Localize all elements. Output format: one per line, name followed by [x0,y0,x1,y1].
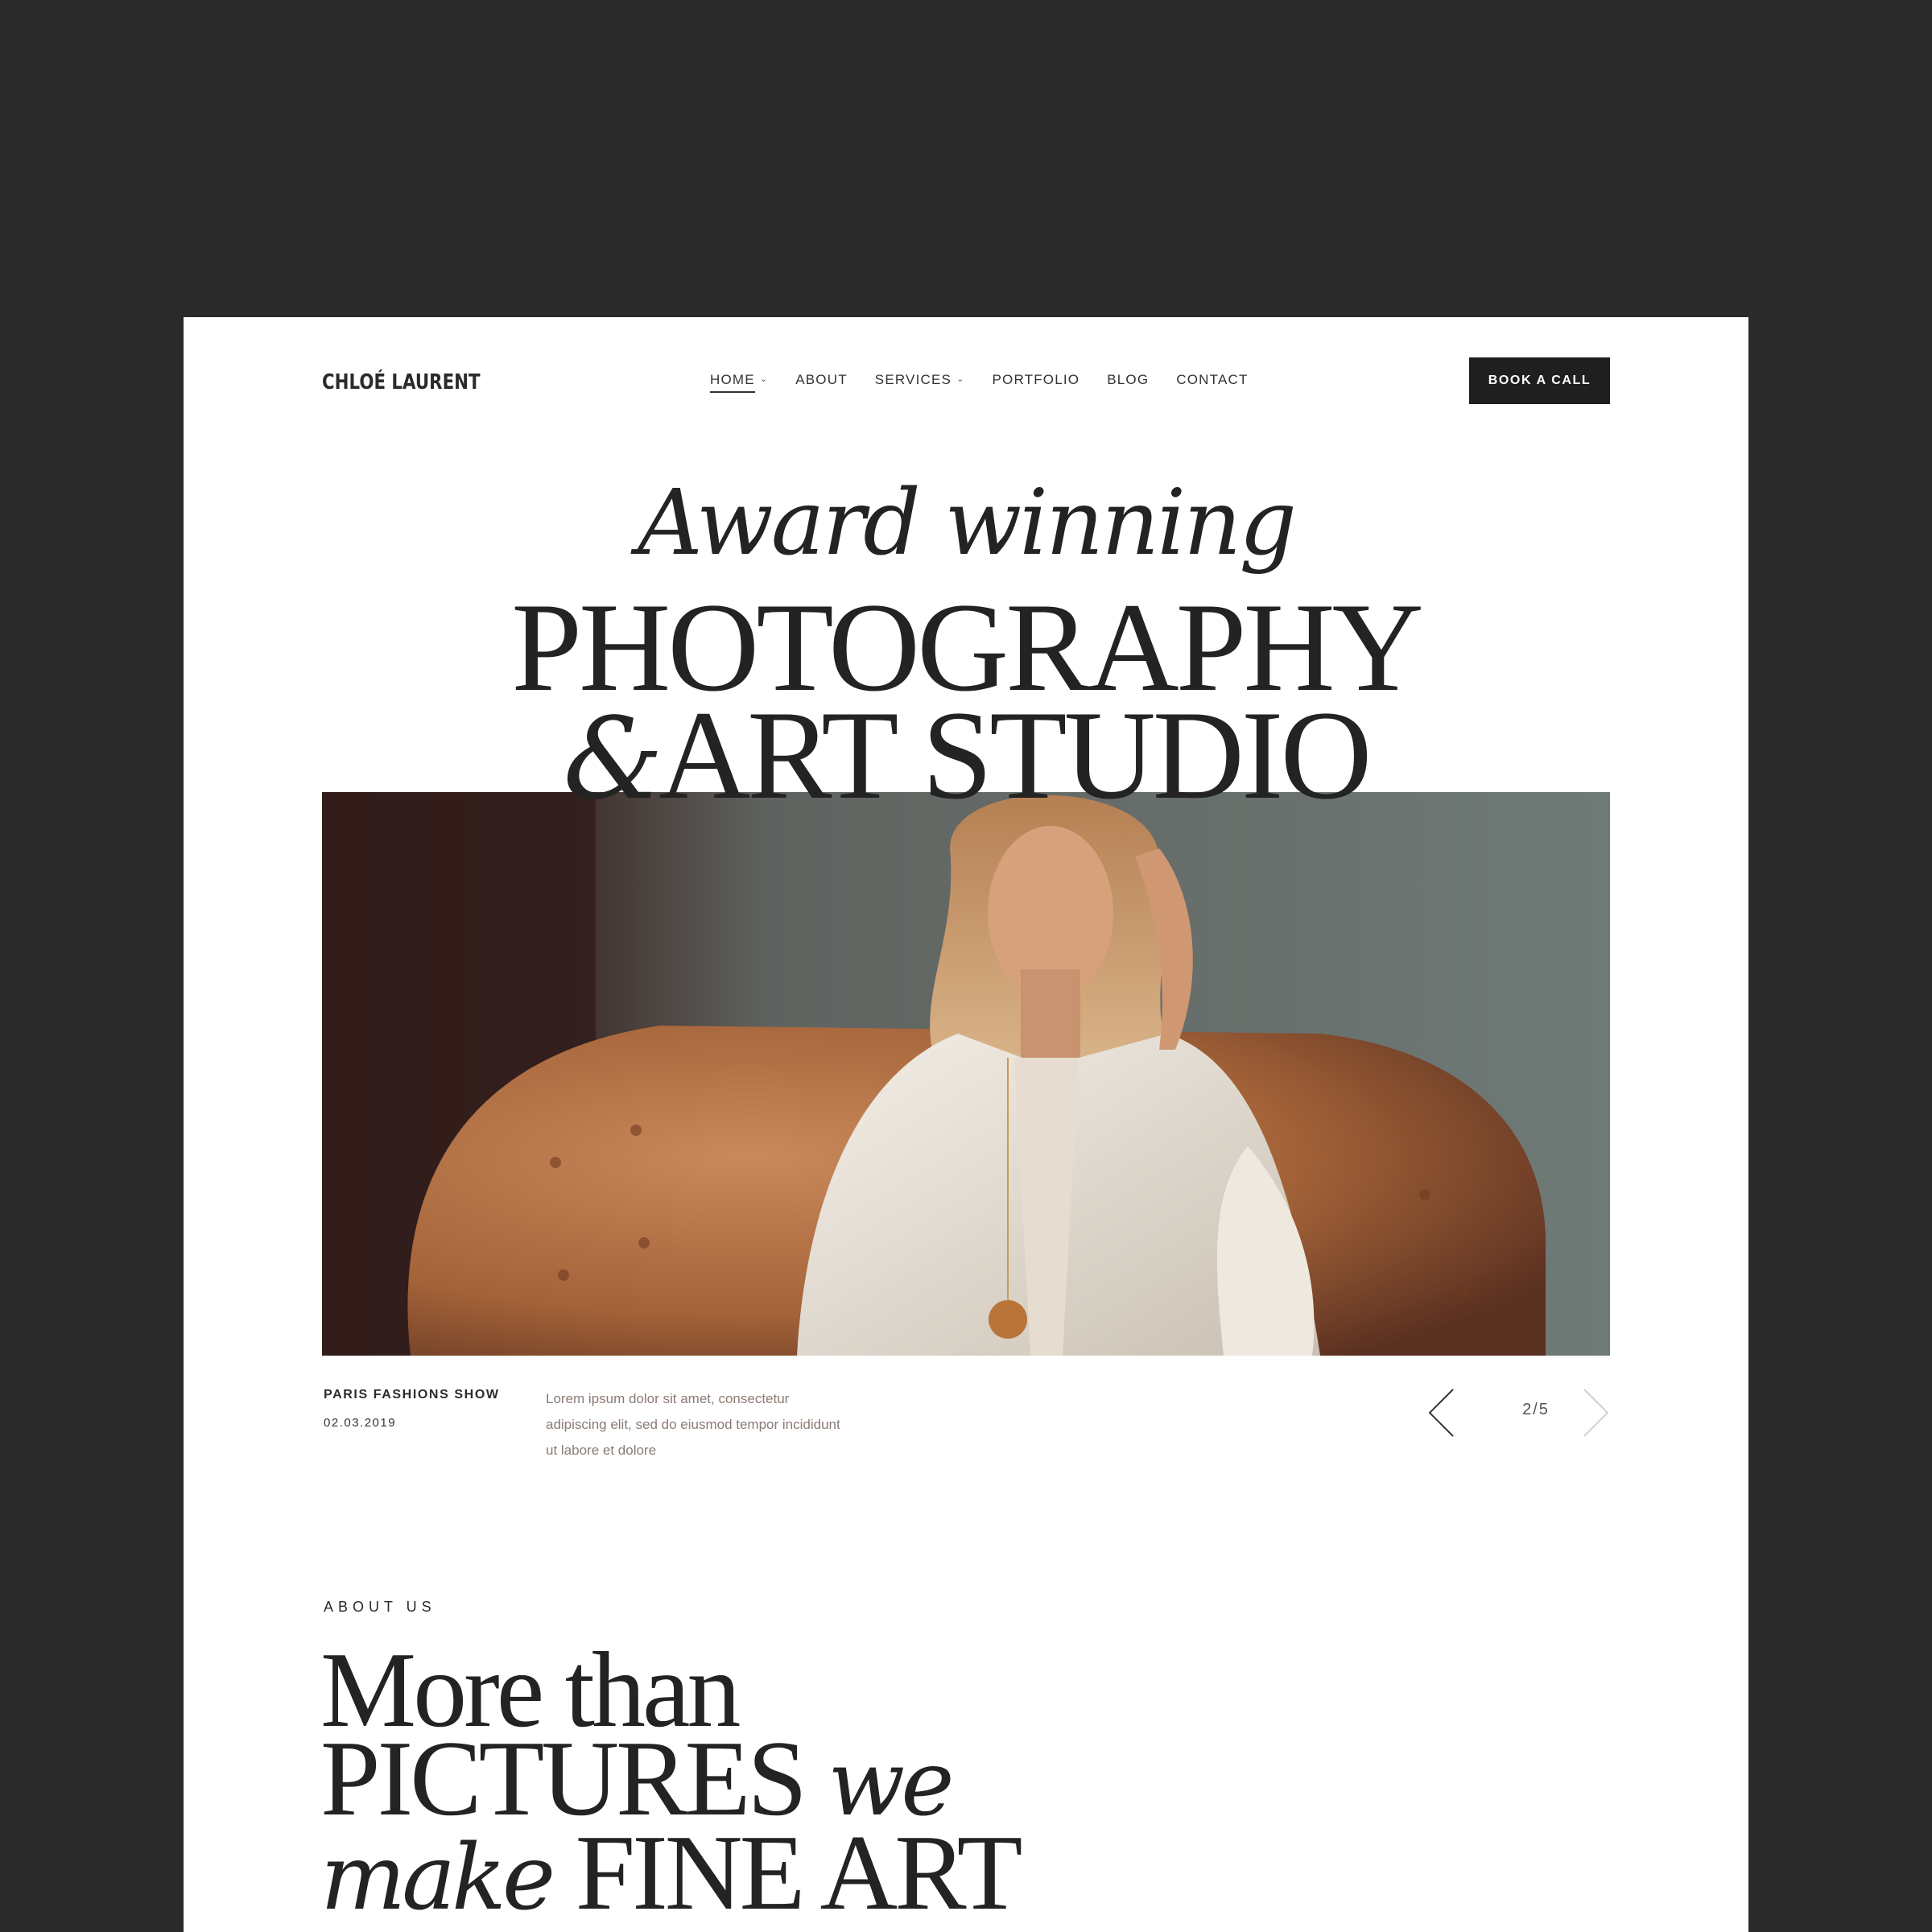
slide-counter: 2/5 [1522,1401,1550,1418]
about-heading-make: make [320,1826,555,1930]
section-label-about: ABOUT US [324,1599,436,1615]
about-heading-fine-art: FINE ART [575,1813,1023,1932]
nav-item-home[interactable]: HOME ⌄ [710,372,768,396]
nav-label: PORTFOLIO [992,372,1080,387]
nav-item-blog[interactable]: BLOG [1107,372,1149,396]
about-heading: More than PICTURES we make FINE ART [320,1636,1022,1926]
hero-tagline: Award winning [638,471,1297,576]
website-page: CHLOÉ LAURENT HOME ⌄ ABOUT SERVICES ⌄ PO… [184,317,1748,1932]
main-nav: HOME ⌄ ABOUT SERVICES ⌄ PORTFOLIO BLOG C… [710,372,1276,396]
arrow-right-icon[interactable] [1581,1388,1610,1442]
arrow-left-icon[interactable] [1427,1388,1456,1442]
nav-item-services[interactable]: SERVICES ⌄ [875,372,965,396]
nav-item-portfolio[interactable]: PORTFOLIO [992,372,1080,396]
hero-photo [322,792,1610,1356]
hero-title-line-2: &ART STUDIO [184,692,1748,819]
nav-item-contact[interactable]: CONTACT [1176,372,1248,396]
nav-label: BLOG [1107,372,1150,387]
nav-label: ABOUT [795,372,848,387]
hero-ampersand: & [563,694,663,825]
chevron-down-icon: ⌄ [956,374,965,384]
caption-date: 02.03.2019 [324,1416,397,1430]
nav-label: CONTACT [1176,372,1249,387]
nav-label: SERVICES [874,372,952,387]
nav-item-about[interactable]: ABOUT [795,372,848,396]
caption-title: PARIS FASHIONS SHOW [324,1388,500,1402]
brand-logo[interactable]: CHLOÉ LAURENT [322,370,481,394]
caption-text: Lorem ipsum dolor sit amet, consectetur … [546,1391,840,1458]
book-a-call-button[interactable]: BOOK A CALL [1469,357,1610,404]
chevron-down-icon: ⌄ [759,374,769,384]
about-heading-line-3: make FINE ART [320,1818,1022,1926]
nav-label: HOME [710,372,755,393]
hero-title-art-studio: ART STUDIO [658,685,1372,826]
